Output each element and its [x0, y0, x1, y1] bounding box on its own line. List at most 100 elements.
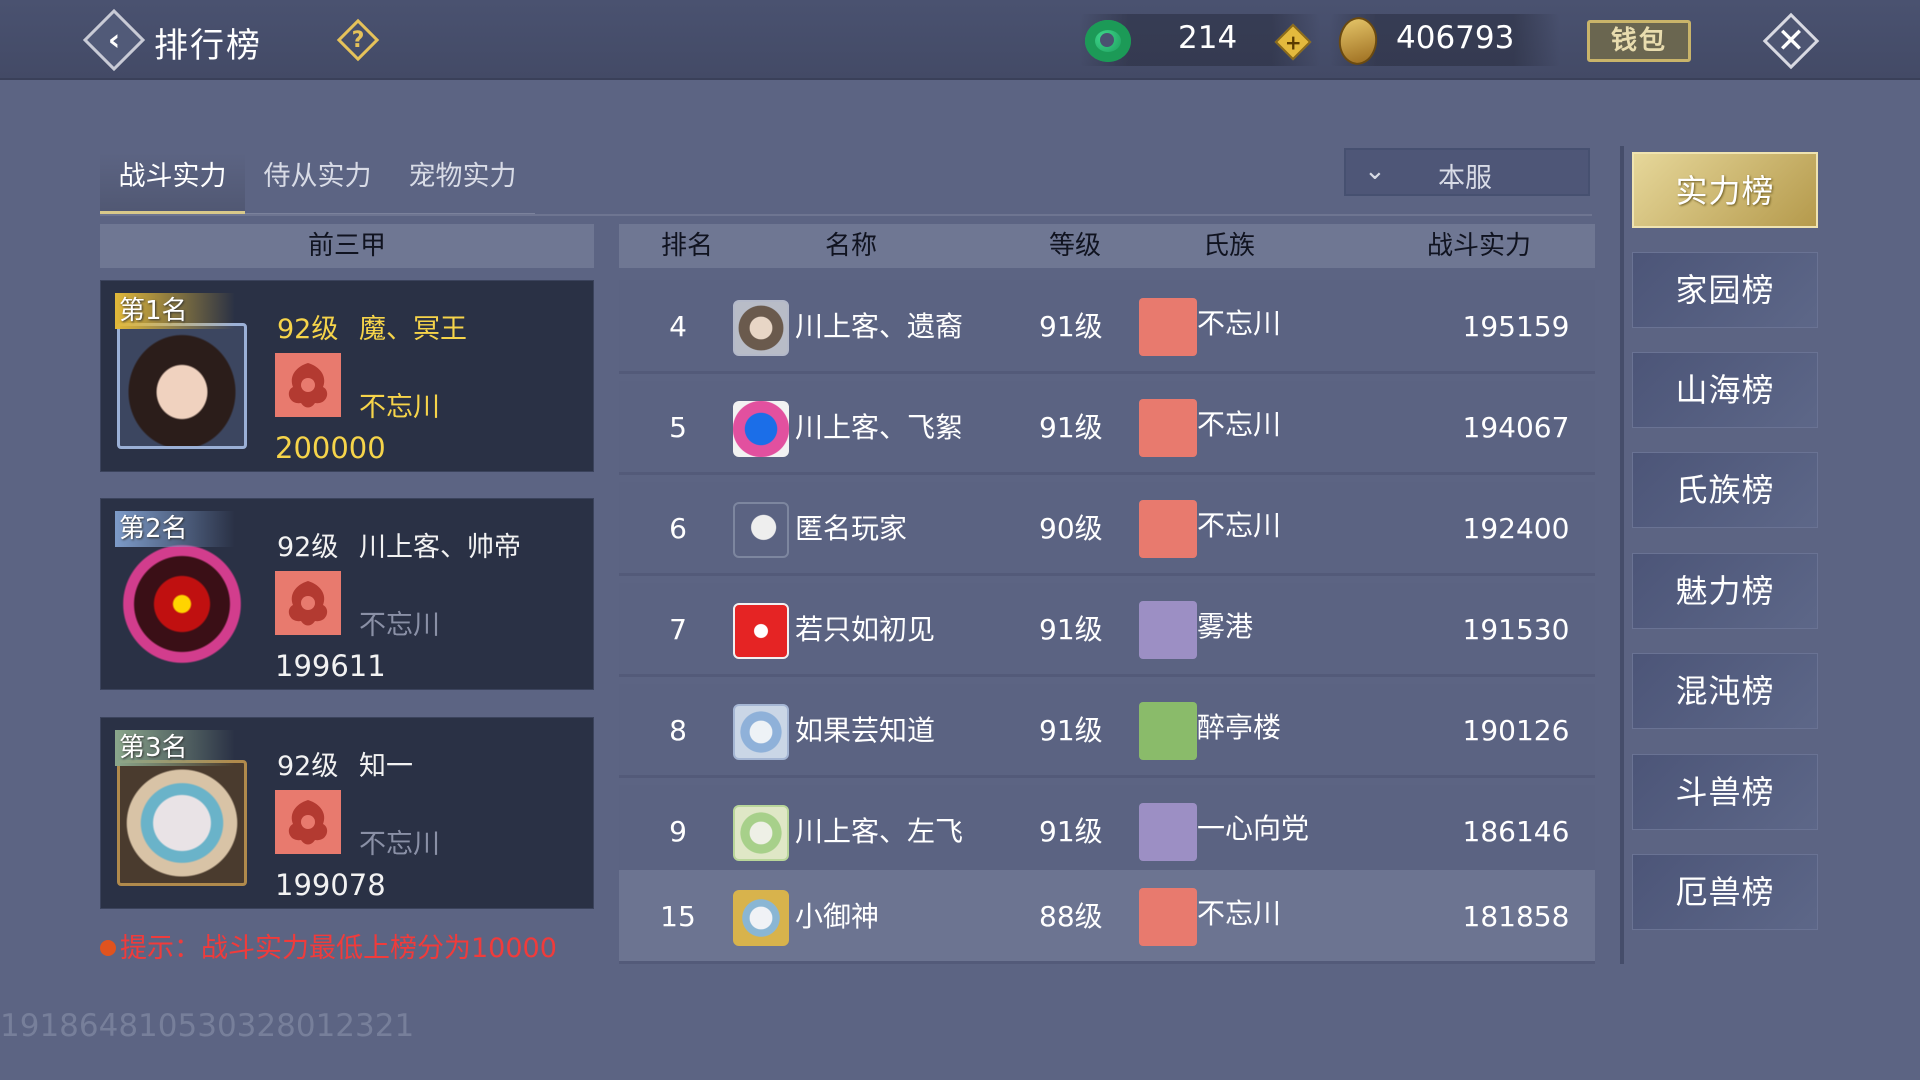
row-level: 91级 — [1039, 411, 1103, 444]
table-row[interactable]: 5 川上客、飞絮 91级 不忘川 194067 — [619, 381, 1595, 475]
clan-emblem-icon — [1139, 803, 1197, 861]
row-power: 191530 — [1462, 613, 1570, 646]
avatar — [733, 704, 789, 760]
row-clan: 不忘川 — [1197, 408, 1282, 441]
hint-text: 提示：战斗实力最低上榜分为10000 — [100, 926, 557, 965]
row-rank: 7 — [669, 613, 687, 646]
ranking-type-tabs: 战斗实力 侍从实力 宠物实力 — [100, 152, 535, 216]
podium-card-2[interactable]: 第2名 92级 川上客、帅帝 不忘川 199611 — [100, 498, 594, 690]
tab-combat-power[interactable]: 战斗实力 — [100, 152, 245, 216]
row-power: 195159 — [1462, 310, 1570, 343]
jade-currency-icon — [1085, 20, 1131, 62]
jade-count: 214 — [1178, 20, 1238, 56]
help-button[interactable]: ? — [336, 18, 380, 62]
clan-emblem-icon — [275, 353, 341, 417]
avatar — [733, 300, 789, 356]
combat-power: 200000 — [275, 431, 386, 465]
back-button[interactable]: ‹ — [82, 8, 146, 72]
player-name: 魔、冥王 — [359, 314, 467, 345]
close-icon: ✕ — [1776, 21, 1806, 61]
coin-count: 406793 — [1396, 20, 1515, 56]
row-power: 181858 — [1462, 900, 1570, 933]
clan-emblem-icon — [1139, 702, 1197, 760]
row-rank: 6 — [669, 512, 687, 545]
clan-name: 不忘川 — [359, 829, 440, 860]
hint-message: 提示：战斗实力最低上榜分为10000 — [120, 933, 557, 964]
header-power: 战斗实力 — [1427, 231, 1532, 261]
clan-name: 不忘川 — [359, 392, 440, 423]
table-row[interactable]: 6 匿名玩家 90级 不忘川 192400 — [619, 482, 1595, 576]
clan-emblem-icon — [1139, 298, 1197, 356]
page-title: 排行榜 — [154, 26, 262, 66]
avatar — [117, 760, 247, 886]
clan-name: 不忘川 — [359, 610, 440, 641]
plus-icon: + — [1284, 29, 1302, 54]
row-level: 91级 — [1039, 310, 1103, 343]
clan-emblem-icon — [275, 571, 341, 635]
side-nav-divider — [1620, 146, 1624, 964]
wallet-button[interactable]: 钱包 — [1587, 20, 1691, 62]
chevron-down-icon: ⌄ — [1364, 156, 1386, 186]
clan-emblem-icon — [1139, 399, 1197, 457]
header-clan: 氏族 — [1203, 231, 1256, 261]
row-level: 90级 — [1039, 512, 1103, 545]
row-clan: 醉亭楼 — [1197, 711, 1282, 744]
top-bar: ‹ 排行榜 ? 214 + 406793 钱包 ✕ — [0, 0, 1920, 80]
clan-emblem-icon — [1139, 500, 1197, 558]
row-power: 190126 — [1462, 714, 1570, 747]
server-select[interactable]: ⌄ 本服 — [1344, 148, 1590, 196]
rank-badge: 第3名 — [115, 730, 235, 766]
row-name: 川上客、左飞 — [795, 815, 964, 848]
self-rank-row[interactable]: 15 小御神 88级 不忘川 181858 — [619, 870, 1595, 964]
combat-power: 199611 — [275, 649, 386, 683]
nav-beast-fight-ranking[interactable]: 斗兽榜 — [1632, 754, 1818, 830]
close-button[interactable]: ✕ — [1762, 12, 1820, 70]
nav-chaos-ranking[interactable]: 混沌榜 — [1632, 653, 1818, 729]
avatar — [733, 502, 789, 558]
row-rank: 15 — [660, 900, 696, 933]
podium-card-3[interactable]: 第3名 92级 知一 不忘川 199078 — [100, 717, 594, 909]
player-name: 川上客、帅帝 — [359, 532, 521, 563]
table-row[interactable]: 4 川上客、遗裔 91级 不忘川 195159 — [619, 280, 1595, 374]
nav-charm-ranking[interactable]: 魅力榜 — [1632, 553, 1818, 629]
table-header: 排名 名称 等级 氏族 战斗实力 — [619, 224, 1595, 268]
row-rank: 9 — [669, 815, 687, 848]
nav-clan-ranking[interactable]: 氏族榜 — [1632, 452, 1818, 528]
header-level: 等级 — [1049, 231, 1102, 261]
row-clan: 一心向党 — [1197, 812, 1310, 845]
nav-strength-ranking[interactable]: 实力榜 — [1632, 152, 1818, 228]
nav-home-ranking[interactable]: 家园榜 — [1632, 252, 1818, 328]
clan-emblem-icon — [275, 790, 341, 854]
row-clan: 不忘川 — [1197, 509, 1282, 542]
rank-badge: 第1名 — [115, 293, 235, 329]
player-level: 92级 — [277, 751, 339, 782]
table-row[interactable]: 8 如果芸知道 91级 醉亭楼 190126 — [619, 684, 1595, 778]
avatar — [117, 323, 247, 449]
question-icon: ? — [351, 27, 365, 53]
table-row[interactable]: 7 若只如初见 91级 雾港 191530 — [619, 583, 1595, 677]
table-row[interactable]: 9 川上客、左飞 91级 一心向党 186146 — [619, 785, 1595, 879]
player-name: 知一 — [359, 751, 413, 782]
row-name: 小御神 — [795, 900, 880, 933]
chevron-left-icon: ‹ — [107, 22, 121, 58]
user-id: 1918648105303280123​21 — [0, 1008, 415, 1044]
row-name: 若只如初见 — [795, 613, 936, 646]
tabs-divider — [100, 214, 1592, 216]
row-name: 川上客、遗裔 — [795, 310, 964, 343]
row-clan: 不忘川 — [1197, 307, 1282, 340]
clan-emblem-icon — [1139, 601, 1197, 659]
nav-shanhai-ranking[interactable]: 山海榜 — [1632, 352, 1818, 428]
rank-badge: 第2名 — [115, 511, 235, 547]
clan-emblem-icon — [1139, 888, 1197, 946]
avatar — [733, 401, 789, 457]
tab-pet-power[interactable]: 宠物实力 — [390, 152, 535, 216]
row-rank: 5 — [669, 411, 687, 444]
tab-servant-power[interactable]: 侍从实力 — [245, 152, 390, 216]
nav-calamity-beast-ranking[interactable]: 厄兽榜 — [1632, 854, 1818, 930]
avatar — [733, 603, 789, 659]
player-level: 92级 — [277, 532, 339, 563]
row-clan: 雾港 — [1197, 610, 1254, 643]
row-name: 川上客、飞絮 — [795, 411, 964, 444]
podium-card-1[interactable]: 第1名 92级 魔、冥王 不忘川 200000 — [100, 280, 594, 472]
row-name: 如果芸知道 — [795, 714, 936, 747]
